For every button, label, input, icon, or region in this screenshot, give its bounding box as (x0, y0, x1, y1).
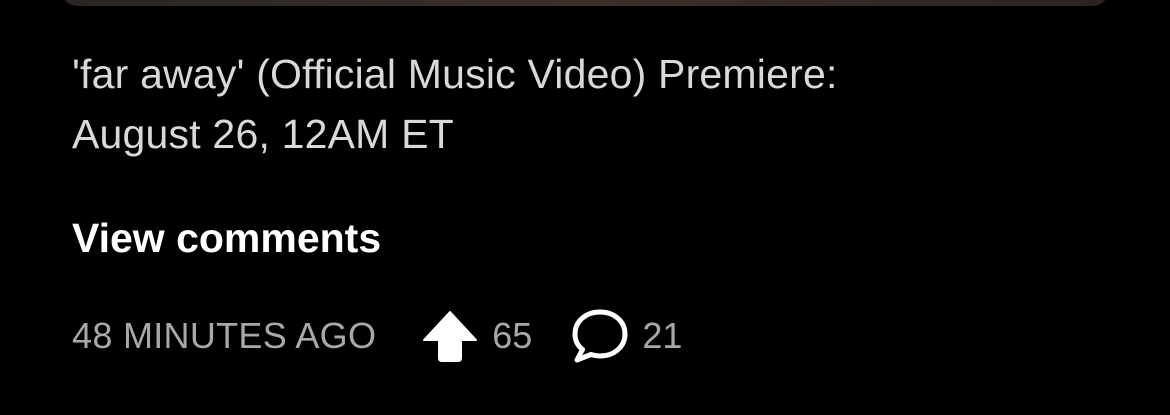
caption-line-2: August 26, 12AM ET (72, 111, 454, 157)
comment-count: 21 (642, 315, 683, 356)
post-timestamp: 48 MINUTES AGO (72, 315, 377, 356)
post-caption: 'far away' (Official Music Video) Premie… (72, 44, 1072, 164)
comments-button[interactable]: 21 (570, 307, 682, 365)
view-comments-link[interactable]: View comments (72, 210, 381, 266)
caption-line-1: 'far away' (Official Music Video) Premie… (72, 51, 838, 97)
upvote-button[interactable]: 65 (422, 308, 532, 364)
post-meta-row: 48 MINUTES AGO 65 21 (72, 308, 682, 364)
media-preview-edge[interactable] (60, 0, 1110, 6)
speech-bubble-icon[interactable] (570, 307, 630, 365)
arrow-up-icon[interactable] (422, 308, 478, 364)
upvote-count: 65 (492, 315, 533, 356)
